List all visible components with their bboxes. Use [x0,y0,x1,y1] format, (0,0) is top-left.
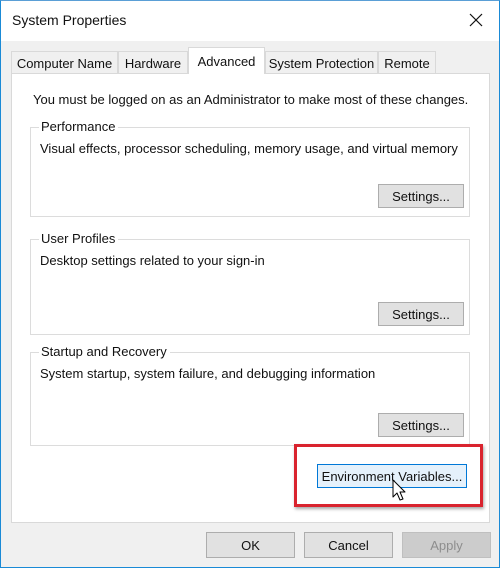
cancel-button[interactable]: Cancel [304,532,393,558]
startup-recovery-group-label: Startup and Recovery [39,344,170,360]
startup-recovery-description: System startup, system failure, and debu… [40,366,376,381]
performance-settings-button[interactable]: Settings... [378,184,464,208]
user-profiles-settings-button[interactable]: Settings... [378,302,464,326]
performance-group-label: Performance [39,119,119,135]
user-profiles-group-label: User Profiles [39,231,119,247]
close-button[interactable] [453,1,499,39]
tab-computer-name[interactable]: Computer Name [11,51,118,74]
apply-button: Apply [402,532,491,558]
window-title: System Properties [12,12,127,28]
tab-remote[interactable]: Remote [378,51,436,74]
admin-note: You must be logged on as an Administrato… [33,92,469,107]
performance-group: Performance Visual effects, processor sc… [30,119,470,217]
system-properties-window: System Properties Computer Name Hardware… [0,0,500,568]
user-profiles-description: Desktop settings related to your sign-in [40,253,265,268]
environment-variables-button[interactable]: Environment Variables... [317,464,467,488]
tab-hardware[interactable]: Hardware [118,51,188,74]
tab-advanced[interactable]: Advanced [188,47,265,74]
title-bar[interactable]: System Properties [1,1,499,41]
advanced-tab-panel: You must be logged on as an Administrato… [11,73,490,523]
user-profiles-group: User Profiles Desktop settings related t… [30,231,470,335]
tab-strip: Computer Name Hardware Advanced System P… [11,47,491,74]
performance-description: Visual effects, processor scheduling, me… [40,141,458,156]
close-x-icon [469,13,483,27]
startup-recovery-settings-button[interactable]: Settings... [378,413,464,437]
ok-button[interactable]: OK [206,532,295,558]
startup-recovery-group: Startup and Recovery System startup, sys… [30,344,470,446]
tab-system-protection[interactable]: System Protection [265,51,378,74]
